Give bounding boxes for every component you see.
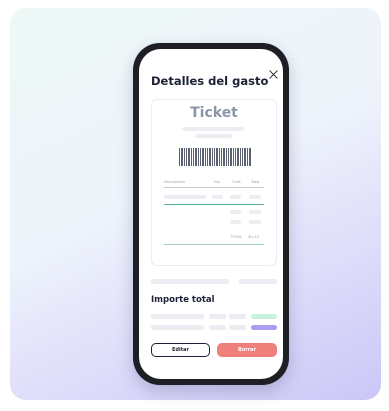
ticket-title: Ticket xyxy=(190,105,238,121)
phone-frame: Detalles del gasto Ticket Descripción IV… xyxy=(133,43,289,385)
column-header: IVA xyxy=(214,180,220,184)
placeholder-cell xyxy=(151,325,204,330)
placeholder-line xyxy=(195,134,232,138)
placeholder-line xyxy=(239,279,277,284)
status-pill-green xyxy=(251,314,277,319)
placeholder-cell xyxy=(151,314,204,319)
placeholder-cell xyxy=(212,195,223,199)
placeholder-cell xyxy=(230,195,241,199)
delete-button[interactable]: Borrar xyxy=(217,343,277,357)
placeholder-cell xyxy=(164,195,206,199)
column-header: Cant. xyxy=(232,180,242,184)
importe-total-heading: Importe total xyxy=(151,295,215,305)
placeholder-cell xyxy=(229,325,246,330)
column-header: Descripción xyxy=(164,180,186,184)
placeholder-cell xyxy=(249,210,261,214)
edit-button[interactable]: Editar xyxy=(151,343,210,357)
placeholder-cell xyxy=(230,210,241,214)
placeholder-cell xyxy=(249,220,261,224)
placeholder-cell xyxy=(249,195,261,199)
placeholder-cell xyxy=(230,220,241,224)
phone-screen: Detalles del gasto Ticket Descripción IV… xyxy=(139,49,283,379)
placeholder-line xyxy=(151,279,229,284)
placeholder-cell xyxy=(209,314,226,319)
divider xyxy=(164,244,264,245)
divider xyxy=(164,204,264,205)
placeholder-line xyxy=(182,127,244,131)
total-value: 40,10 xyxy=(248,234,259,239)
status-pill-purple xyxy=(251,325,277,330)
divider xyxy=(164,187,264,188)
ticket-preview: Ticket Descripción IVA Cant. Total TOTAL… xyxy=(151,99,277,266)
placeholder-cell xyxy=(209,325,226,330)
total-label: TOTAL xyxy=(230,234,243,239)
barcode-icon xyxy=(179,148,251,166)
placeholder-cell xyxy=(229,314,246,319)
modal-title: Detalles del gasto xyxy=(151,74,269,88)
close-icon[interactable] xyxy=(266,67,280,81)
column-header: Total xyxy=(251,180,260,184)
